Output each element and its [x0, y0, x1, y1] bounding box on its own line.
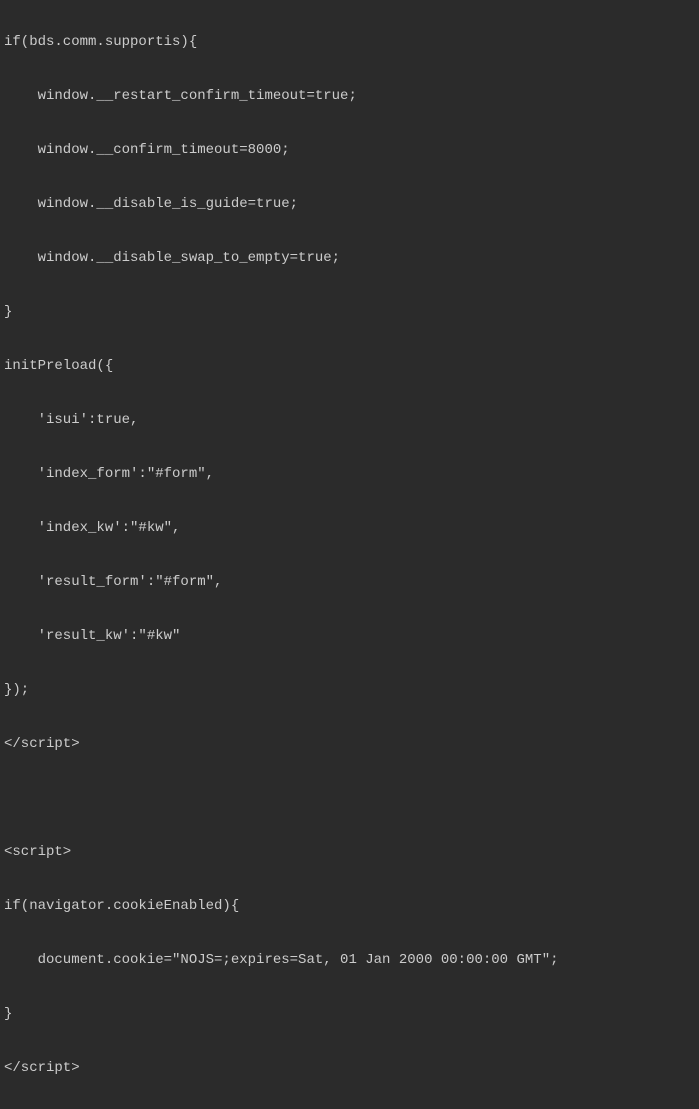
code-line: window.__confirm_timeout=8000;: [4, 137, 699, 164]
code-line: [4, 785, 699, 812]
code-line: </script>: [4, 1055, 699, 1082]
code-line: window.__restart_confirm_timeout=true;: [4, 83, 699, 110]
code-line: </script>: [4, 731, 699, 758]
code-line: 'result_kw':"#kw": [4, 623, 699, 650]
code-line: initPreload({: [4, 353, 699, 380]
code-line: 'index_form':"#form",: [4, 461, 699, 488]
code-line: 'isui':true,: [4, 407, 699, 434]
code-line: if(navigator.cookieEnabled){: [4, 893, 699, 920]
code-line: document.cookie="NOJS=;expires=Sat, 01 J…: [4, 947, 699, 974]
code-line: window.__disable_swap_to_empty=true;: [4, 245, 699, 272]
code-line: }: [4, 299, 699, 326]
code-line: }: [4, 1001, 699, 1028]
code-block: if(bds.comm.supportis){ window.__restart…: [0, 0, 699, 1109]
code-line: if(bds.comm.supportis){: [4, 29, 699, 56]
code-line: });: [4, 677, 699, 704]
code-line: window.__disable_is_guide=true;: [4, 191, 699, 218]
code-line: <script>: [4, 839, 699, 866]
code-line: 'index_kw':"#kw",: [4, 515, 699, 542]
code-line: 'result_form':"#form",: [4, 569, 699, 596]
